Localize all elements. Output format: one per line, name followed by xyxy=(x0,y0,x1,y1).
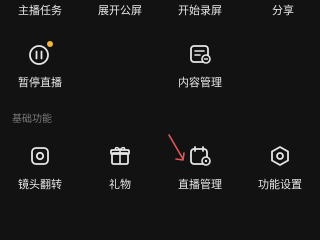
share-button[interactable]: 分享 xyxy=(272,4,294,18)
basic-functions-title: 基础功能 xyxy=(12,114,52,125)
live-manage-label: 直播管理 xyxy=(178,178,222,191)
pause-live-label: 暂停直播 xyxy=(18,76,62,89)
gift-tile[interactable]: 礼物 xyxy=(80,143,160,192)
camera-flip-tile[interactable]: 镜头翻转 xyxy=(0,143,80,192)
content-manage-tile[interactable]: 内容管理 xyxy=(160,41,240,90)
camera-flip-label: 镜头翻转 xyxy=(18,178,62,191)
red-arrow-annotation xyxy=(168,134,185,161)
task-button[interactable]: 主播任务 xyxy=(18,4,62,18)
expand-screen-button[interactable]: 展开公屏 xyxy=(98,4,142,18)
function-settings-label: 功能设置 xyxy=(258,178,302,191)
notification-dot xyxy=(47,41,53,47)
top-action-row: 主播任务 展开公屏 开始录屏 分享 xyxy=(0,0,320,22)
function-settings-tile[interactable]: 功能设置 xyxy=(240,143,320,192)
gift-label: 礼物 xyxy=(109,178,131,191)
content-manage-label: 内容管理 xyxy=(178,76,222,89)
camera-flip-icon xyxy=(27,143,53,169)
content-manage-icon xyxy=(187,41,213,67)
settings-hexagon-icon xyxy=(267,143,293,169)
start-recording-button[interactable]: 开始录屏 xyxy=(178,4,222,18)
gift-icon xyxy=(107,143,133,169)
pause-icon xyxy=(27,41,53,67)
pause-live-tile[interactable]: 暂停直播 xyxy=(0,41,80,90)
